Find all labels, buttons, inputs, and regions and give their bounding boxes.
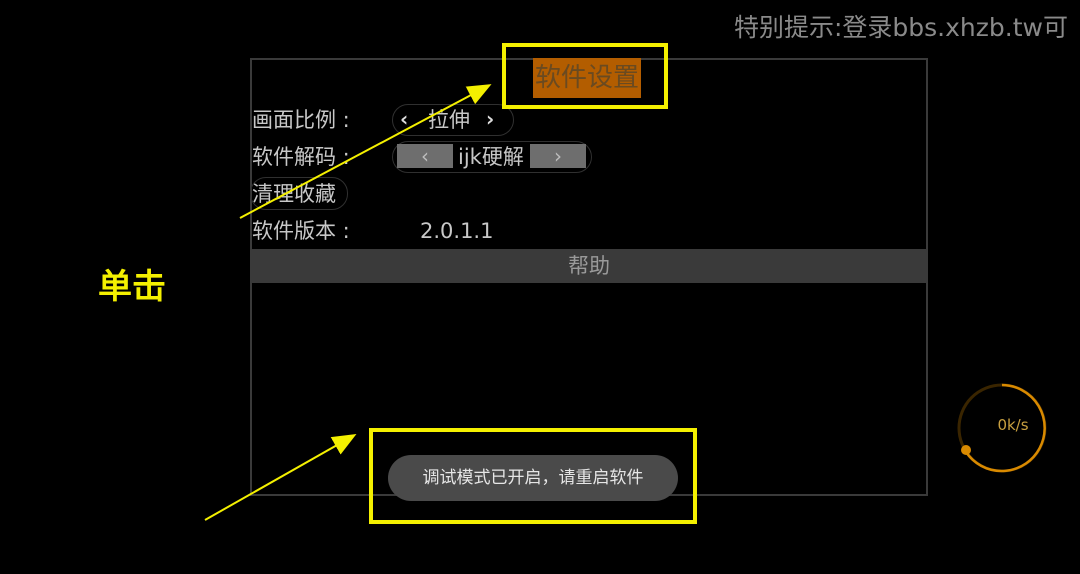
annotation-overlay [204,84,1047,521]
speed-value: 0k/s [997,416,1029,434]
arrow-to-toast [204,434,357,521]
arrow-to-title [239,84,492,219]
